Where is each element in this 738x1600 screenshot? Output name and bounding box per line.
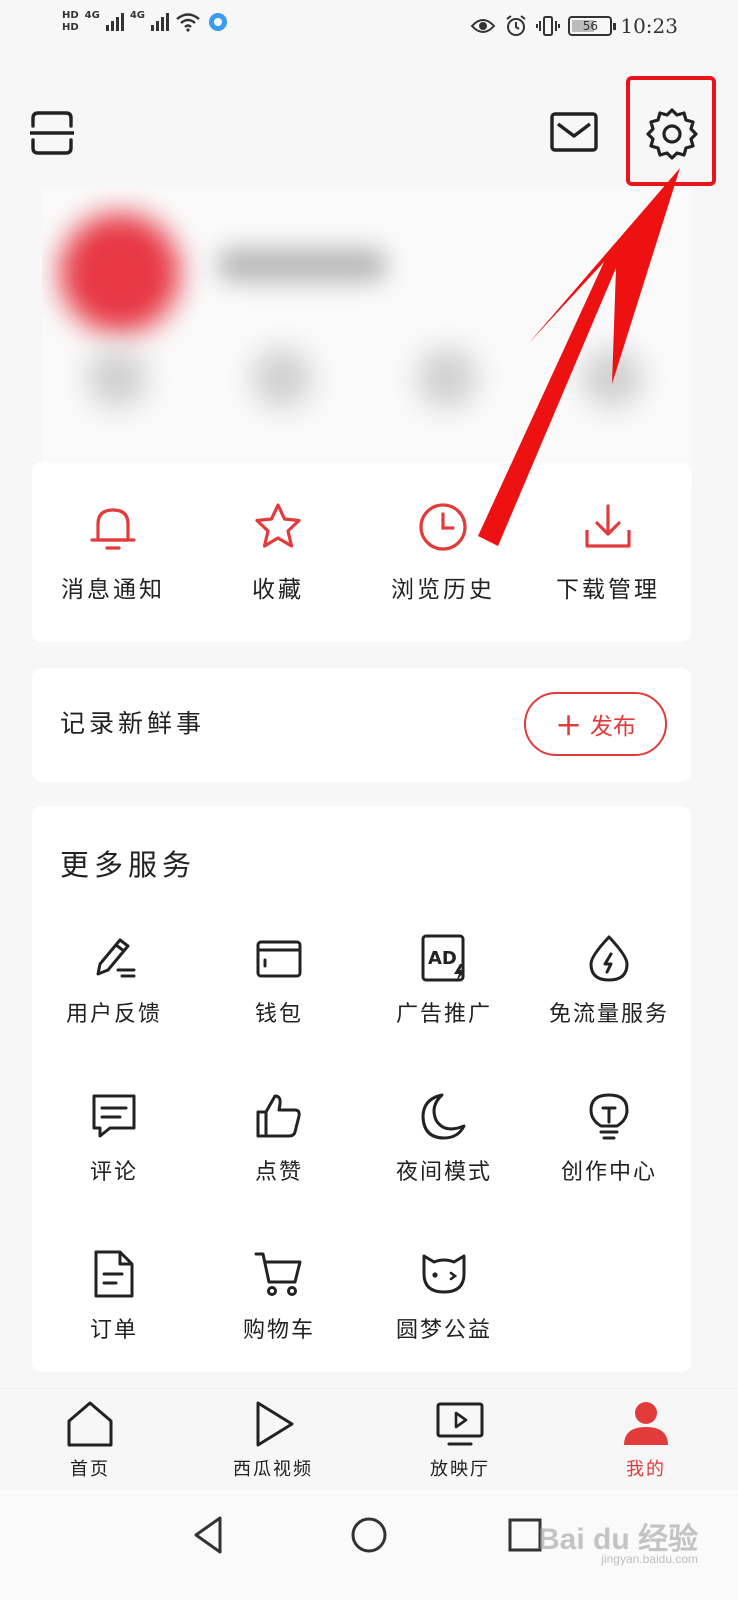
quick-action-downloads[interactable]: 下载管理 bbox=[533, 500, 683, 604]
alarm-icon bbox=[506, 15, 526, 36]
service-label: 购物车 bbox=[242, 1318, 315, 1343]
bottom-nav: 首页 西瓜视频 放映厅 我的 bbox=[0, 1388, 738, 1490]
service-label: 用户反馈 bbox=[65, 1002, 162, 1027]
watermark-url: jingyan.baidu.com bbox=[601, 1552, 698, 1566]
system-nav-bar: Bai du 经验 jingyan.baidu.com bbox=[0, 1490, 738, 1600]
service-label: 广告推广 bbox=[395, 1002, 492, 1027]
post-prompt[interactable]: 记录新鲜事 bbox=[60, 704, 205, 740]
profile-stat[interactable] bbox=[87, 348, 147, 408]
person-icon bbox=[624, 1402, 668, 1445]
service-label: 创作中心 bbox=[560, 1160, 657, 1185]
service-wallet[interactable]: 钱包 bbox=[197, 932, 361, 1028]
home-icon bbox=[67, 1401, 113, 1447]
publish-button[interactable]: + 发布 bbox=[524, 692, 667, 756]
network-label-2: 4G bbox=[129, 10, 146, 21]
battery-level: 56 bbox=[582, 19, 598, 33]
service-orders[interactable]: 订单 bbox=[32, 1248, 196, 1344]
download-icon bbox=[585, 504, 631, 548]
star-icon bbox=[255, 503, 301, 548]
comment-icon bbox=[92, 1094, 136, 1138]
clock-icon bbox=[419, 503, 467, 551]
moon-icon bbox=[421, 1093, 466, 1140]
signal-icon bbox=[105, 13, 124, 31]
play-icon bbox=[256, 1401, 294, 1447]
lightbulb-icon bbox=[589, 1093, 629, 1140]
scan-icon[interactable] bbox=[30, 110, 74, 156]
service-likes[interactable]: 点赞 bbox=[197, 1090, 361, 1186]
nav-label: 西瓜视频 bbox=[233, 1459, 313, 1480]
service-ad-promotion[interactable]: AD 广告推广 bbox=[362, 932, 526, 1028]
status-left: HD HD 4G 4G bbox=[62, 10, 229, 34]
document-icon bbox=[94, 1250, 134, 1298]
nav-label: 放映厅 bbox=[430, 1459, 490, 1480]
hd-label-1: HD bbox=[62, 10, 79, 21]
hd-label-2: HD bbox=[62, 22, 79, 33]
quick-action-label: 下载管理 bbox=[556, 577, 660, 603]
service-night-mode[interactable]: 夜间模式 bbox=[362, 1090, 526, 1186]
quick-action-favorites[interactable]: 收藏 bbox=[203, 500, 353, 604]
service-comments[interactable]: 评论 bbox=[32, 1090, 196, 1186]
data-drop-icon bbox=[589, 935, 629, 982]
wallet-icon bbox=[256, 940, 302, 978]
status-right: 56 10:23 bbox=[470, 14, 678, 38]
cart-icon bbox=[254, 1252, 302, 1296]
signal-icon bbox=[151, 13, 170, 31]
nav-label: 首页 bbox=[70, 1459, 110, 1480]
status-bar: HD HD 4G 4G 56 10:23 bbox=[0, 0, 738, 56]
service-charity[interactable]: 圆梦公益 bbox=[362, 1248, 526, 1344]
profile-stat[interactable] bbox=[582, 348, 642, 408]
service-feedback[interactable]: 用户反馈 bbox=[32, 932, 196, 1028]
bell-icon bbox=[90, 508, 136, 550]
post-card: 记录新鲜事 + 发布 bbox=[32, 668, 691, 782]
service-label: 评论 bbox=[89, 1160, 138, 1185]
pen-icon bbox=[96, 938, 136, 978]
vibrate-icon bbox=[536, 16, 561, 36]
quick-action-history[interactable]: 浏览历史 bbox=[368, 500, 518, 604]
home-circle-icon[interactable] bbox=[344, 1510, 394, 1560]
service-label: 免流量服务 bbox=[548, 1002, 669, 1027]
tv-play-icon bbox=[436, 1402, 484, 1446]
app-notification-icon bbox=[209, 13, 228, 31]
mail-icon[interactable] bbox=[550, 110, 598, 154]
plus-icon: + bbox=[555, 705, 582, 743]
publish-label: 发布 bbox=[589, 714, 636, 740]
profile-stat[interactable] bbox=[417, 348, 477, 408]
thumbs-up-icon bbox=[256, 1094, 301, 1138]
svg-text:AD: AD bbox=[428, 948, 457, 969]
services-title: 更多服务 bbox=[60, 848, 197, 882]
quick-actions-card: 消息通知 收藏 浏览历史 下载管理 bbox=[32, 462, 691, 642]
back-icon[interactable] bbox=[186, 1510, 236, 1560]
service-label: 夜间模式 bbox=[395, 1160, 492, 1185]
nav-xigua-video[interactable]: 西瓜视频 bbox=[203, 1399, 343, 1481]
wifi-icon bbox=[176, 13, 200, 32]
profile-stat[interactable] bbox=[252, 348, 312, 408]
nav-cinema[interactable]: 放映厅 bbox=[390, 1399, 530, 1481]
quick-action-label: 浏览历史 bbox=[391, 577, 495, 603]
username-blurred bbox=[217, 248, 387, 282]
quick-action-label: 收藏 bbox=[252, 577, 304, 603]
service-label: 点赞 bbox=[254, 1160, 303, 1185]
nav-home[interactable]: 首页 bbox=[20, 1399, 160, 1481]
service-label: 钱包 bbox=[254, 1002, 303, 1027]
profile-header[interactable] bbox=[42, 188, 692, 493]
service-free-data[interactable]: 免流量服务 bbox=[527, 932, 691, 1028]
settings-highlight-box bbox=[626, 76, 716, 186]
service-label: 订单 bbox=[89, 1318, 138, 1343]
quick-action-label: 消息通知 bbox=[61, 577, 165, 603]
service-cart[interactable]: 购物车 bbox=[197, 1248, 361, 1344]
hd-indicator: HD HD bbox=[62, 10, 79, 34]
nav-me[interactable]: 我的 bbox=[576, 1399, 716, 1481]
service-label: 圆梦公益 bbox=[395, 1318, 492, 1343]
quick-action-notifications[interactable]: 消息通知 bbox=[38, 500, 188, 604]
eye-icon bbox=[471, 19, 496, 33]
more-services-card: 更多服务 用户反馈 钱包 AD 广告推广 免流量服务 评论 点赞 夜间模式 创作… bbox=[32, 806, 691, 1372]
avatar[interactable] bbox=[60, 213, 180, 333]
network-label-1: 4G bbox=[84, 10, 100, 21]
clock-time: 10:23 bbox=[620, 14, 678, 38]
ad-icon: AD bbox=[421, 934, 465, 982]
nav-label: 我的 bbox=[626, 1459, 666, 1480]
battery-icon: 56 bbox=[568, 16, 617, 36]
service-creator-center[interactable]: 创作中心 bbox=[527, 1090, 691, 1186]
cat-face-icon bbox=[422, 1254, 466, 1294]
